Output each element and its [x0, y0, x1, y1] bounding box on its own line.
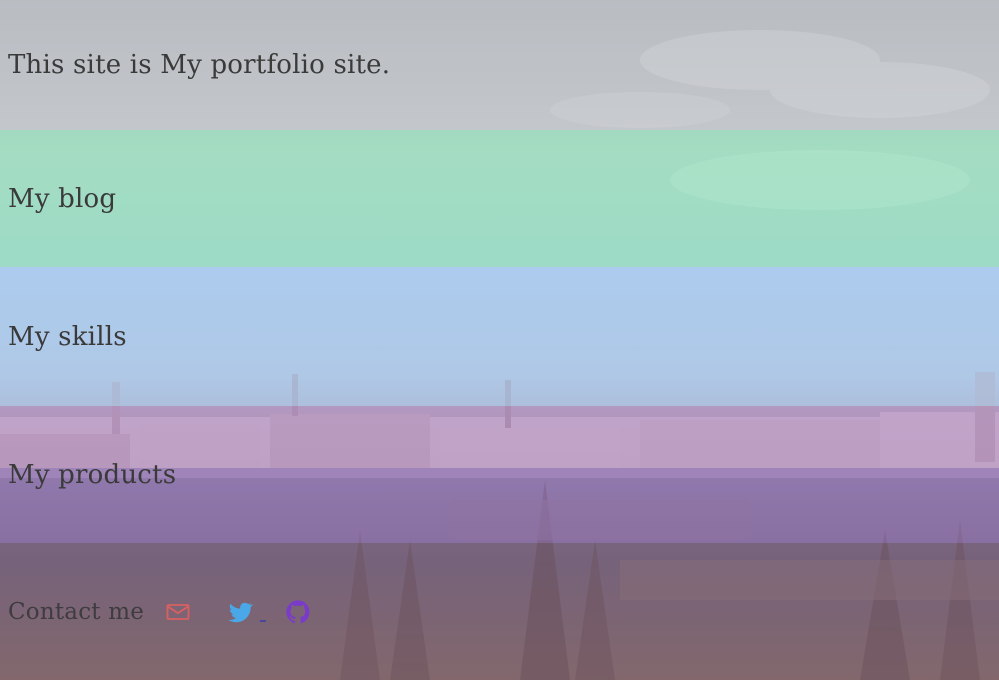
blog-link[interactable]: My blog — [8, 184, 116, 214]
contact-label: Contact me — [8, 598, 145, 625]
portfolio-page: This site is My portfolio site. My blog … — [0, 0, 999, 680]
contact-icons — [164, 598, 312, 626]
intro-section: This site is My portfolio site. — [0, 0, 999, 130]
intro-text: This site is My portfolio site. — [8, 50, 391, 80]
contact-section: Contact me — [0, 543, 999, 680]
twitter-icon[interactable] — [226, 598, 254, 626]
link-separator — [260, 619, 267, 622]
skills-section[interactable]: My skills — [0, 267, 999, 406]
twitter-icon-svg — [228, 602, 254, 622]
github-icon-svg — [286, 599, 310, 623]
mail-icon[interactable] — [164, 598, 192, 626]
skills-link[interactable]: My skills — [8, 322, 127, 352]
products-section[interactable]: My products — [0, 406, 999, 543]
blog-section[interactable]: My blog — [0, 130, 999, 267]
github-icon[interactable] — [284, 598, 312, 626]
mail-icon-svg — [166, 603, 190, 620]
products-link[interactable]: My products — [8, 460, 176, 490]
